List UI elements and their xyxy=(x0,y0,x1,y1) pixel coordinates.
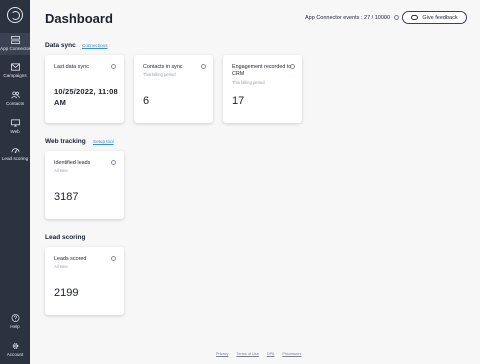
app-connector-events: App Connector events : 27 / 10000 xyxy=(305,15,399,21)
card-engagement-recorded: Engagement recorded to CRM This billing … xyxy=(223,55,302,123)
card-title: Contacts in sync xyxy=(143,64,183,70)
gear-icon xyxy=(12,343,18,349)
sidebar-item-contacts[interactable]: Contacts xyxy=(0,91,30,109)
card-value: 3187 xyxy=(54,191,79,203)
question-icon xyxy=(11,314,19,322)
sidebar-item-lead-scoring[interactable]: Lead scoring xyxy=(0,146,30,164)
envelope-icon xyxy=(10,63,20,71)
section-title-data-sync: Data sync xyxy=(45,42,76,49)
card-value: 10/25/2022, 11:08 AM xyxy=(54,87,118,107)
card-value: 2199 xyxy=(54,287,79,299)
sidebar-item-label: Campaigns xyxy=(3,73,27,78)
page-title: Dashboard xyxy=(45,11,113,26)
sidebar-item-label: Web xyxy=(10,129,20,134)
sidebar-item-app-connector[interactable]: App Connector xyxy=(0,33,31,55)
card-contacts-in-sync: Contacts in sync This billing period 6 xyxy=(134,55,213,123)
card-title: Last data sync xyxy=(54,64,89,70)
footer-link-processors[interactable]: Processors xyxy=(282,352,301,356)
sidebar: App Connector Campaigns Contacts Web Lea… xyxy=(0,0,31,364)
sidebar-item-label: Contacts xyxy=(5,101,25,106)
card-title: Leads scored xyxy=(54,256,87,262)
lead-scoring-icon xyxy=(10,148,20,153)
info-icon[interactable] xyxy=(111,160,116,165)
card-leads-scored: Leads scored All time 2199 xyxy=(45,247,124,315)
monitor-icon xyxy=(10,119,20,127)
card-title: Identified leads xyxy=(54,160,91,166)
section-title-web-tracking: Web tracking xyxy=(45,138,86,145)
card-value: 17 xyxy=(232,95,245,107)
card-subtitle: All time xyxy=(54,264,68,269)
sidebar-item-help[interactable]: Help xyxy=(0,314,30,332)
info-icon[interactable] xyxy=(393,15,399,21)
info-icon[interactable] xyxy=(201,64,206,69)
card-identified-leads: Identified leads All time 3187 xyxy=(45,151,124,219)
info-icon[interactable] xyxy=(111,64,116,69)
card-subtitle: This billing period xyxy=(232,80,265,85)
main-content: Dashboard App Connector events : 27 / 10… xyxy=(30,0,480,364)
card-title: Engagement recorded to CRM xyxy=(232,64,292,77)
section-title-lead-scoring: Lead scoring xyxy=(45,234,86,241)
card-value: 6 xyxy=(143,95,150,107)
sidebar-item-label: App Connector xyxy=(0,46,31,51)
sidebar-item-label: Account xyxy=(6,352,24,357)
sidebar-item-account[interactable]: Account xyxy=(0,342,30,360)
app-logo-icon[interactable] xyxy=(7,7,23,23)
card-subtitle: All time xyxy=(54,168,68,173)
footer-links: Privacy Terms of Use DPA Processors xyxy=(216,352,301,356)
footer-link-terms[interactable]: Terms of Use xyxy=(236,352,258,356)
card-subtitle: This billing period xyxy=(143,72,176,77)
sidebar-item-label: Help xyxy=(10,324,20,329)
app-connector-icon xyxy=(10,36,20,44)
info-icon[interactable] xyxy=(111,256,116,261)
footer-link-privacy[interactable]: Privacy xyxy=(216,352,228,356)
sidebar-item-label: Lead scoring xyxy=(1,156,29,161)
events-label: App Connector events : 27 / 10000 xyxy=(305,15,391,21)
info-icon[interactable] xyxy=(290,64,295,69)
give-feedback-label: Give feedback xyxy=(422,14,458,21)
give-feedback-button[interactable]: Give feedback xyxy=(402,11,467,24)
people-icon xyxy=(10,91,20,99)
sidebar-item-web[interactable]: Web xyxy=(0,119,30,137)
setup-tool-link[interactable]: Setup tool xyxy=(93,139,114,144)
connections-link[interactable]: Connections xyxy=(82,43,108,48)
sidebar-item-campaigns[interactable]: Campaigns xyxy=(0,63,30,81)
card-last-data-sync: Last data sync 10/25/2022, 11:08 AM xyxy=(45,55,124,123)
footer-link-dpa[interactable]: DPA xyxy=(267,352,275,356)
chat-bubble-icon xyxy=(411,15,419,20)
